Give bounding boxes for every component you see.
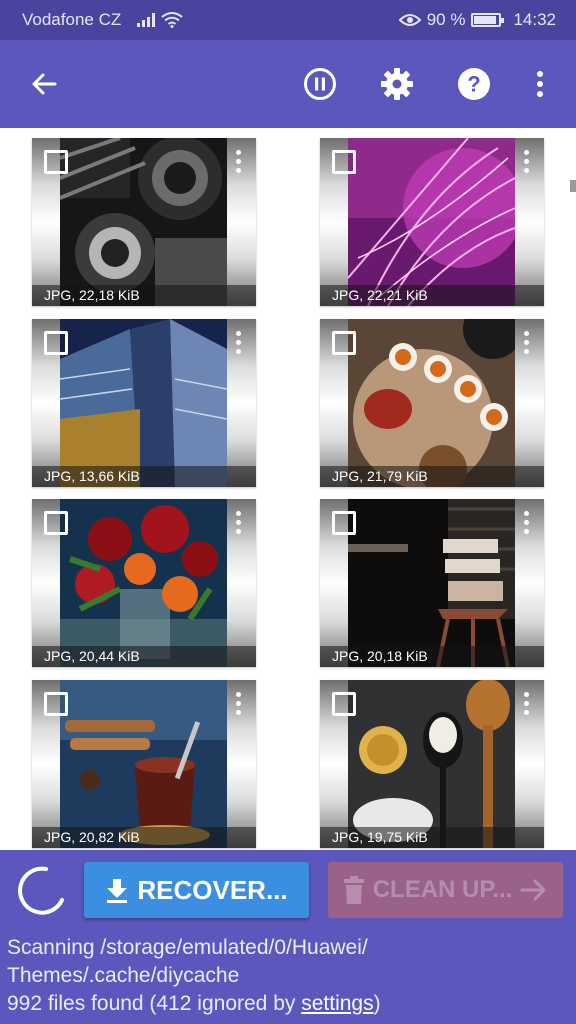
file-caption: JPG, 21,79 KiB (320, 466, 544, 487)
item-menu-icon[interactable] (234, 331, 242, 357)
wifi-icon (161, 12, 183, 28)
select-checkbox[interactable] (44, 150, 68, 174)
select-checkbox[interactable] (44, 331, 68, 355)
photo-thumbnail (60, 499, 227, 667)
eye-comfort-icon (398, 14, 421, 26)
item-menu-icon[interactable] (234, 150, 242, 176)
scan-status: Scanning /storage/emulated/0/Huawei/ The… (7, 934, 572, 1018)
help-icon: ? (458, 68, 490, 100)
item-menu-icon[interactable] (234, 511, 242, 537)
overflow-menu-button[interactable] (518, 62, 562, 106)
select-checkbox[interactable] (332, 331, 356, 355)
item-menu-icon[interactable] (234, 692, 242, 718)
item-menu-icon[interactable] (522, 331, 530, 357)
clean-up-button[interactable]: CLEAN UP... (328, 862, 563, 918)
image-card[interactable]: JPG, 20,44 KiB (32, 499, 256, 667)
more-vert-icon (537, 71, 543, 97)
progress-spinner-icon (18, 866, 64, 915)
file-caption: JPG, 22,21 KiB (320, 285, 544, 306)
select-checkbox[interactable] (44, 692, 68, 716)
select-checkbox[interactable] (332, 511, 356, 535)
select-checkbox[interactable] (332, 692, 356, 716)
photo-thumbnail (60, 319, 227, 487)
app-toolbar: ? (0, 40, 576, 128)
file-count-text: 992 files found (412 ignored by (7, 992, 302, 1015)
back-arrow-icon (32, 73, 57, 95)
photo-thumbnail (348, 680, 515, 848)
svg-text:?: ? (467, 72, 480, 97)
file-caption: JPG, 22,18 KiB (32, 285, 256, 306)
photo-thumbnail (348, 138, 515, 306)
signal-icon (137, 13, 156, 27)
settings-button[interactable] (375, 62, 419, 106)
file-caption: JPG, 19,75 KiB (320, 827, 544, 848)
photo-thumbnail (60, 680, 227, 848)
image-card[interactable]: JPG, 19,75 KiB (320, 680, 544, 848)
scan-panel: RECOVER... CLEAN UP... Scanning /storage… (0, 850, 576, 1024)
pause-icon (304, 68, 336, 100)
image-card[interactable]: JPG, 22,18 KiB (32, 138, 256, 306)
image-card[interactable]: JPG, 22,21 KiB (320, 138, 544, 306)
file-caption: JPG, 20,82 KiB (32, 827, 256, 848)
item-menu-icon[interactable] (522, 692, 530, 718)
battery-icon (471, 13, 505, 27)
file-count-suffix: ) (373, 992, 381, 1015)
item-menu-icon[interactable] (522, 150, 530, 176)
file-caption: JPG, 13,66 KiB (32, 466, 256, 487)
gear-icon (381, 68, 413, 100)
select-checkbox[interactable] (44, 511, 68, 535)
file-count: 992 files found (412 ignored by settings… (7, 990, 572, 1018)
image-card[interactable]: JPG, 21,79 KiB (320, 319, 544, 487)
arrow-right-icon (520, 879, 546, 901)
pause-button[interactable] (298, 62, 342, 106)
clock: 14:32 (513, 10, 556, 29)
clean-up-label: CLEAN UP... (372, 876, 513, 903)
file-caption: JPG, 20,44 KiB (32, 646, 256, 667)
recover-label: RECOVER... (137, 874, 288, 905)
trash-icon (343, 876, 364, 904)
photo-thumbnail (348, 499, 515, 667)
image-card[interactable]: JPG, 20,18 KiB (320, 499, 544, 667)
image-card[interactable]: JPG, 13,66 KiB (32, 319, 256, 487)
battery-percent: 90 % (426, 10, 466, 29)
select-checkbox[interactable] (332, 150, 356, 174)
settings-link[interactable]: settings (301, 992, 373, 1015)
recover-button[interactable]: RECOVER... (84, 862, 309, 918)
download-icon (107, 879, 128, 903)
scrollbar[interactable] (570, 180, 576, 192)
status-bar: Vodafone CZ 90 % 14:32 (0, 0, 576, 40)
help-button[interactable]: ? (452, 62, 496, 106)
photo-thumbnail (60, 138, 227, 306)
file-caption: JPG, 20,18 KiB (320, 646, 544, 667)
image-card[interactable]: JPG, 20,82 KiB (32, 680, 256, 848)
back-button[interactable] (22, 62, 66, 106)
scan-path: Scanning /storage/emulated/0/Huawei/ The… (7, 936, 368, 987)
carrier-name: Vodafone CZ (22, 10, 122, 29)
image-grid[interactable]: JPG, 22,18 KiB JPG, 22,21 KiB JPG, 13,66… (0, 128, 576, 850)
item-menu-icon[interactable] (522, 511, 530, 537)
photo-thumbnail (348, 319, 515, 487)
